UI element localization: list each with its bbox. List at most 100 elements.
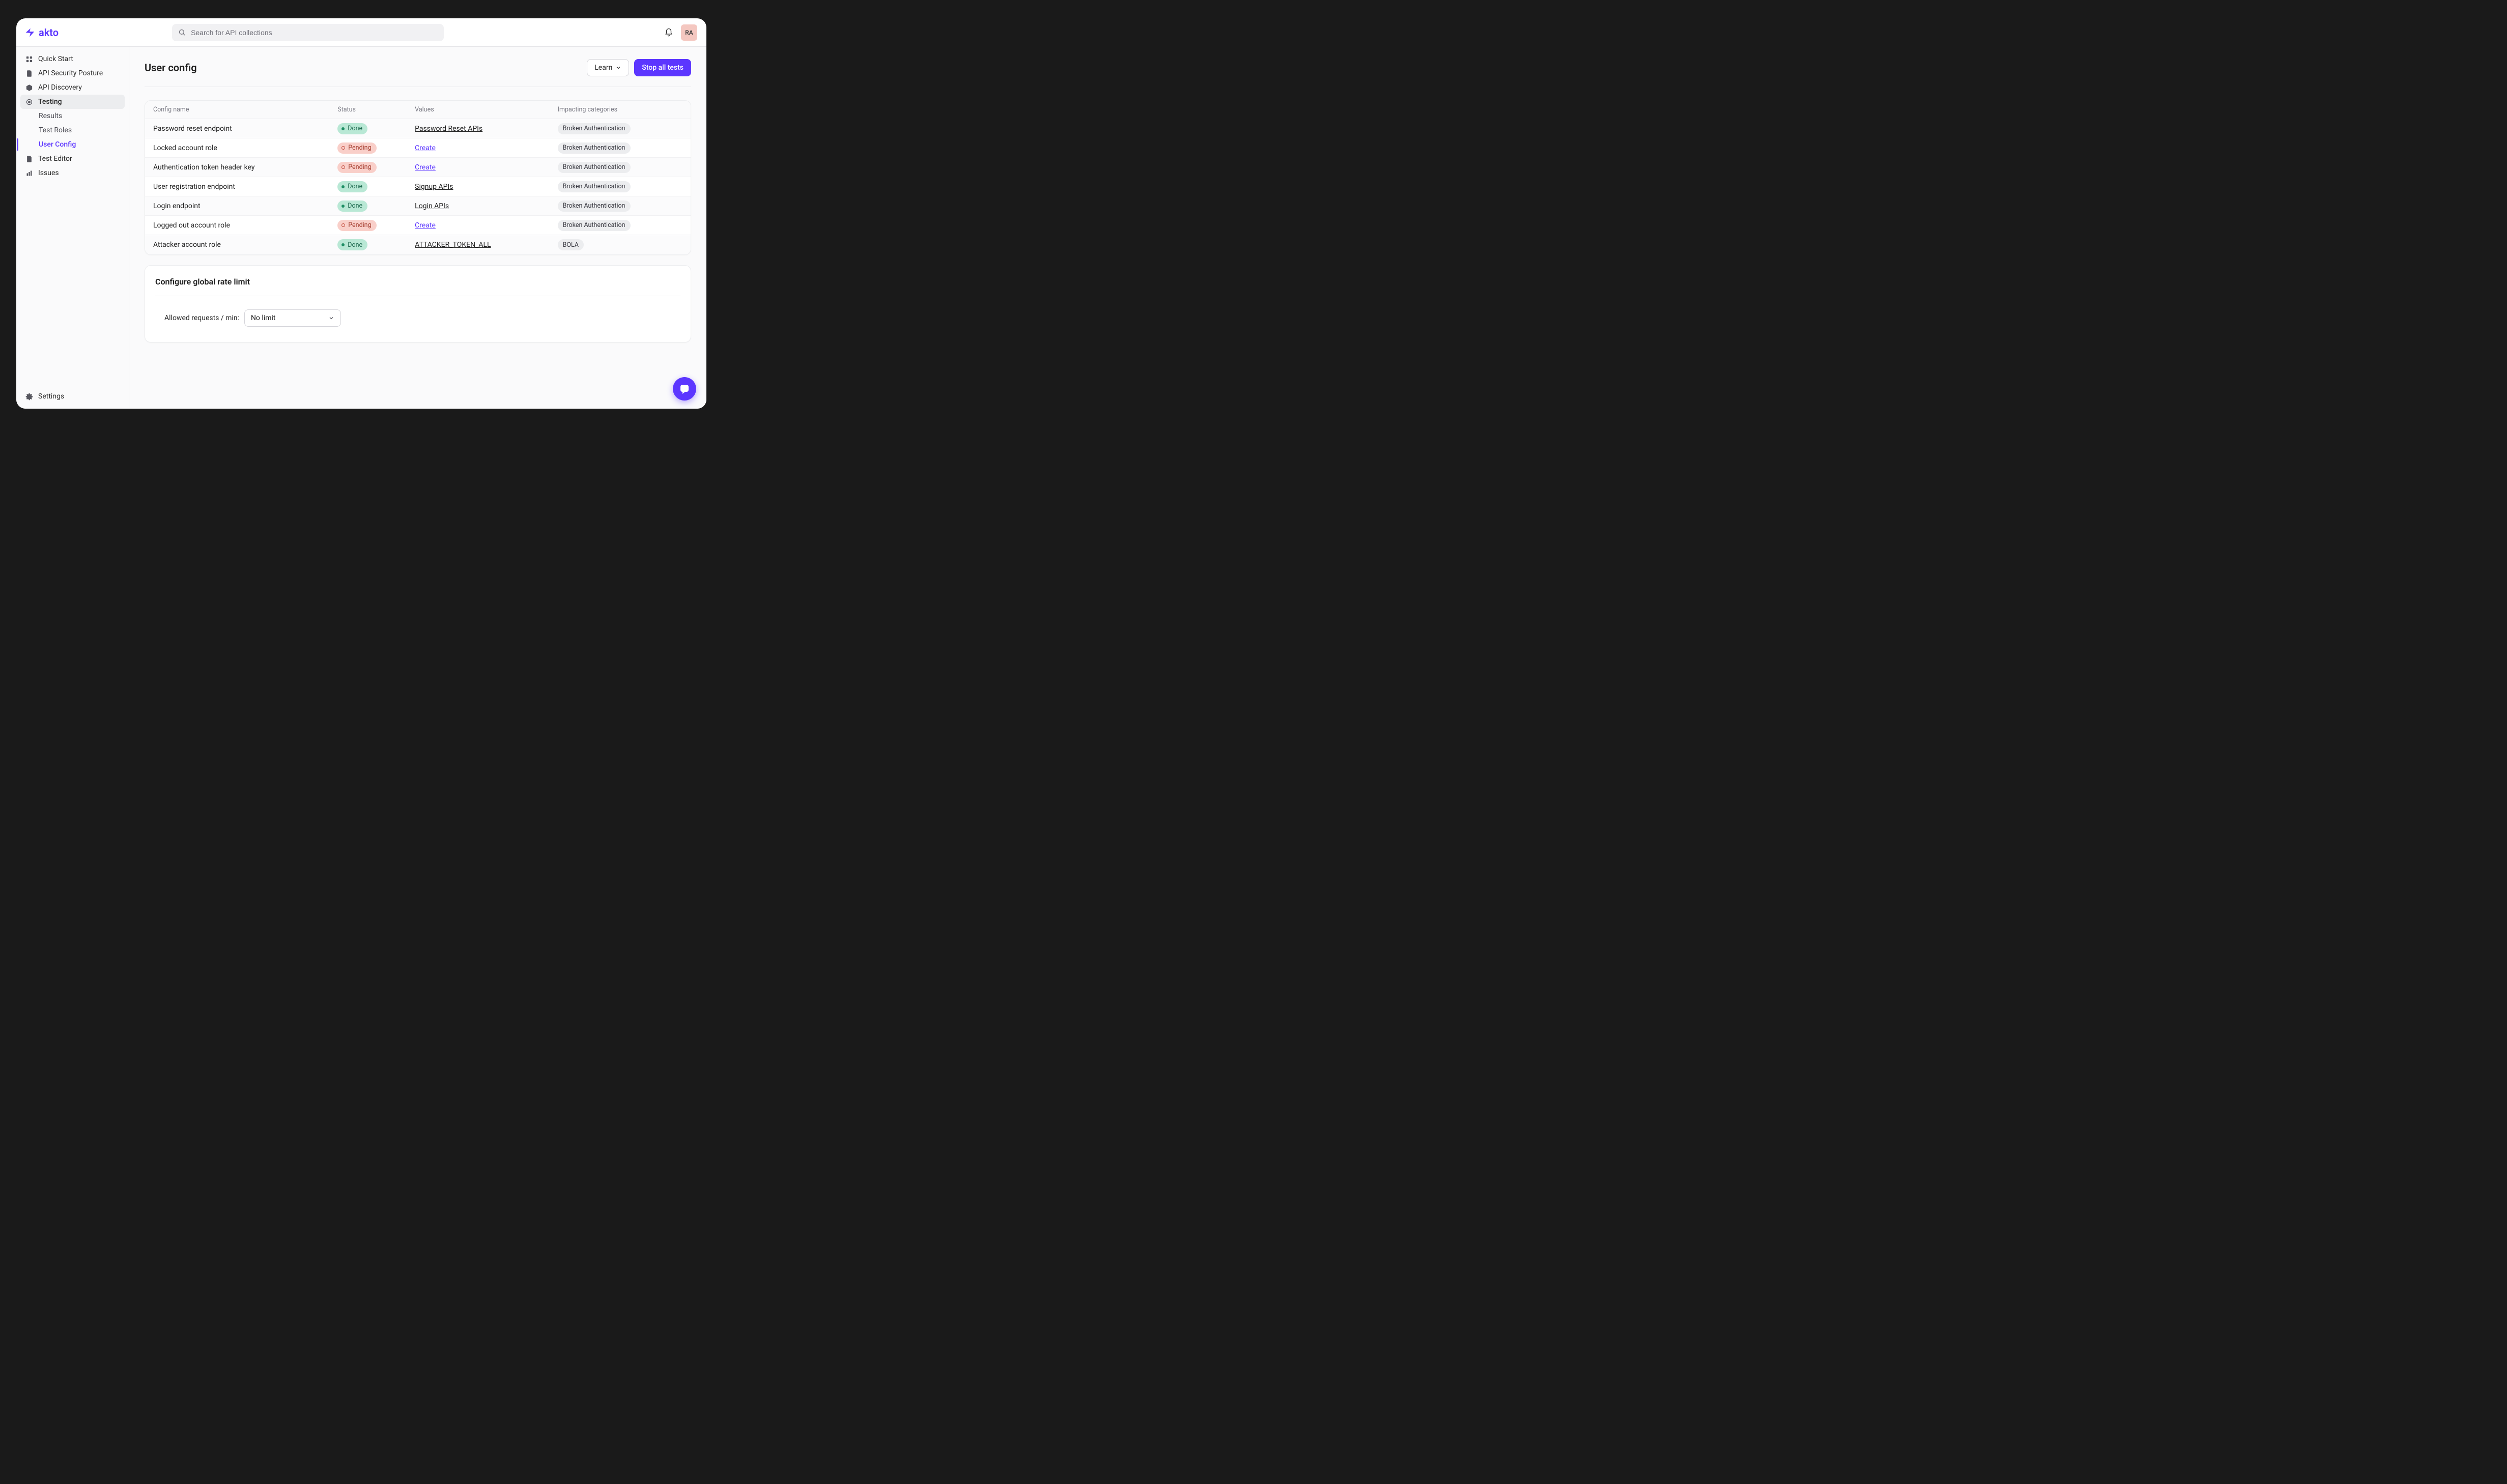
stop-all-tests-button[interactable]: Stop all tests [634,59,691,76]
search-icon [178,28,186,36]
ring-icon [341,223,345,227]
config-value: Create [415,221,557,230]
status-label: Pending [348,144,371,152]
config-value: Password Reset APIs [415,125,557,133]
table-row: Attacker account roleDone ATTACKER_TOKEN_… [145,235,691,254]
ring-icon [341,146,345,150]
stop-label: Stop all tests [642,64,683,72]
topbar: akto RA [16,18,706,47]
sidebar-item-test-editor[interactable]: Test Editor [20,152,125,166]
chevron-down-icon [615,65,621,71]
sidebar-item-label: API Discovery [38,83,82,92]
create-link[interactable]: Create [415,221,436,230]
avatar-initials: RA [685,29,693,36]
sidebar-item-quick-start[interactable]: Quick Start [20,52,125,66]
sidebar-item-api-discovery[interactable]: API Discovery [20,80,125,95]
global-search[interactable] [172,24,444,41]
value-link[interactable]: Login APIs [415,202,449,210]
sidebar-item-security-posture[interactable]: API Security Posture [20,66,125,80]
category-chip: Broken Authentication [558,162,631,173]
user-avatar[interactable]: RA [681,24,697,41]
status-badge: Done [337,239,367,250]
bell-icon [664,28,673,37]
status-badge: Pending [337,142,376,154]
config-name: Password reset endpoint [153,125,337,133]
config-status: Pending [337,220,415,231]
value-link[interactable]: ATTACKER_TOKEN_ALL [415,241,491,249]
table-row: Password reset endpoint Done Password Rese… [145,119,691,138]
notifications-button[interactable] [664,27,674,38]
page-title: User config [145,62,197,74]
file-icon [25,155,33,163]
config-name: Attacker account role [153,241,337,249]
sidebar-sub-user-config[interactable]: User Config [34,137,125,152]
sidebar-sub-results[interactable]: Results [34,109,125,123]
search-input[interactable] [191,28,438,37]
sidebar-item-label: Quick Start [38,55,73,63]
table-header-row: Config name Status Values Impacting cate… [145,101,691,119]
gear-icon [25,393,33,401]
logo-icon [24,27,36,38]
category-chip: Broken Authentication [558,220,631,231]
table-row: User registration endpoint Done Signup API… [145,177,691,196]
sidebar-sub-test-roles[interactable]: Test Roles [34,123,125,137]
config-category: Broken Authentication [558,142,682,154]
table-row: Logged out account rolePendingCreateBrok… [145,216,691,235]
sidebar-item-issues[interactable]: Issues [20,166,125,180]
status-badge: Pending [337,220,376,231]
rate-limit-card: Configure global rate limit Allowed requ… [145,265,691,343]
rate-limit-label: Allowed requests / min: [164,314,239,322]
brand-logo[interactable]: akto [24,26,59,39]
config-value: Create [415,144,557,152]
target-icon [25,98,33,106]
config-value: Login APIs [415,202,557,210]
status-badge: Done [337,123,367,134]
status-badge: Pending [337,162,376,173]
sidebar-item-settings[interactable]: Settings [20,389,125,404]
grid-icon [25,55,33,63]
status-badge: Done [337,181,367,192]
sidebar-item-label: API Security Posture [38,69,103,77]
config-name: User registration endpoint [153,183,337,191]
category-chip: Broken Authentication [558,123,631,134]
config-value: Create [415,163,557,172]
status-label: Pending [348,163,371,171]
chart-icon [25,169,33,177]
config-category: Broken Authentication [558,181,682,192]
dot-icon [341,243,345,246]
sidebar-item-testing[interactable]: Testing [20,95,125,109]
sidebar-item-label: Test Editor [38,155,72,163]
value-link[interactable]: Password Reset APIs [415,125,482,133]
rate-limit-title: Configure global rate limit [155,277,680,287]
dot-icon [341,205,345,208]
config-value: ATTACKER_TOKEN_ALL [415,241,557,249]
page-header: User config Learn Stop all tests [145,59,691,87]
status-label: Done [348,183,362,190]
config-category: BOLA [558,239,682,250]
sidebar-subgroup-testing: Results Test Roles User Config [34,109,125,152]
status-label: Done [348,125,362,132]
intercom-launcher[interactable] [673,377,696,401]
app-window: akto RA Quick Start [16,18,706,409]
sidebar-item-label: Settings [38,392,64,401]
status-badge: Done [337,201,367,212]
config-status: Done [337,201,415,212]
config-category: Broken Authentication [558,162,682,173]
config-name: Authentication token header key [153,163,337,172]
col-header-name: Config name [153,106,337,113]
app-body: Quick Start API Security Posture API Dis… [16,47,706,409]
config-category: Broken Authentication [558,123,682,134]
rate-limit-selected: No limit [251,314,276,322]
config-status: Done [337,239,415,250]
col-header-values: Values [415,106,557,113]
config-category: Broken Authentication [558,220,682,231]
table-row: Locked account rolePendingCreateBroken A… [145,138,691,158]
table-body: Password reset endpoint Done Password Rese… [145,119,691,254]
learn-button[interactable]: Learn [587,59,629,76]
rate-limit-select[interactable]: No limit [244,309,341,327]
config-category: Broken Authentication [558,201,682,212]
create-link[interactable]: Create [415,144,436,152]
config-status: Pending [337,162,415,173]
create-link[interactable]: Create [415,163,436,172]
value-link[interactable]: Signup APIs [415,183,453,191]
